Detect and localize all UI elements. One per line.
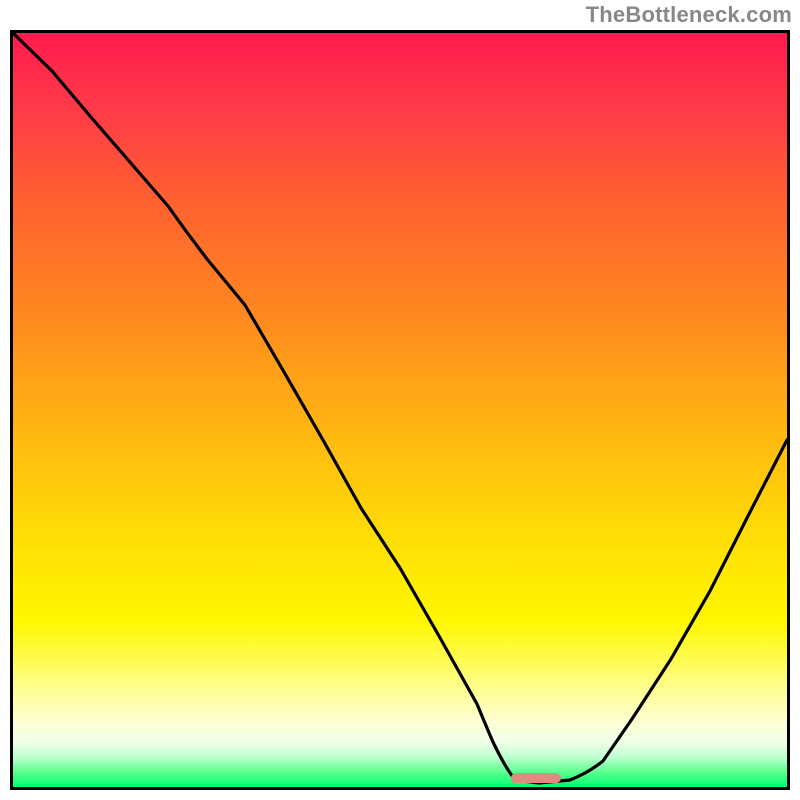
optimum-marker [511, 773, 561, 783]
chart-container: TheBottleneck.com [0, 0, 800, 800]
plot-area [10, 30, 790, 790]
watermark-text: TheBottleneck.com [586, 2, 792, 28]
curve-layer [13, 33, 787, 787]
bottleneck-curve [13, 33, 787, 783]
